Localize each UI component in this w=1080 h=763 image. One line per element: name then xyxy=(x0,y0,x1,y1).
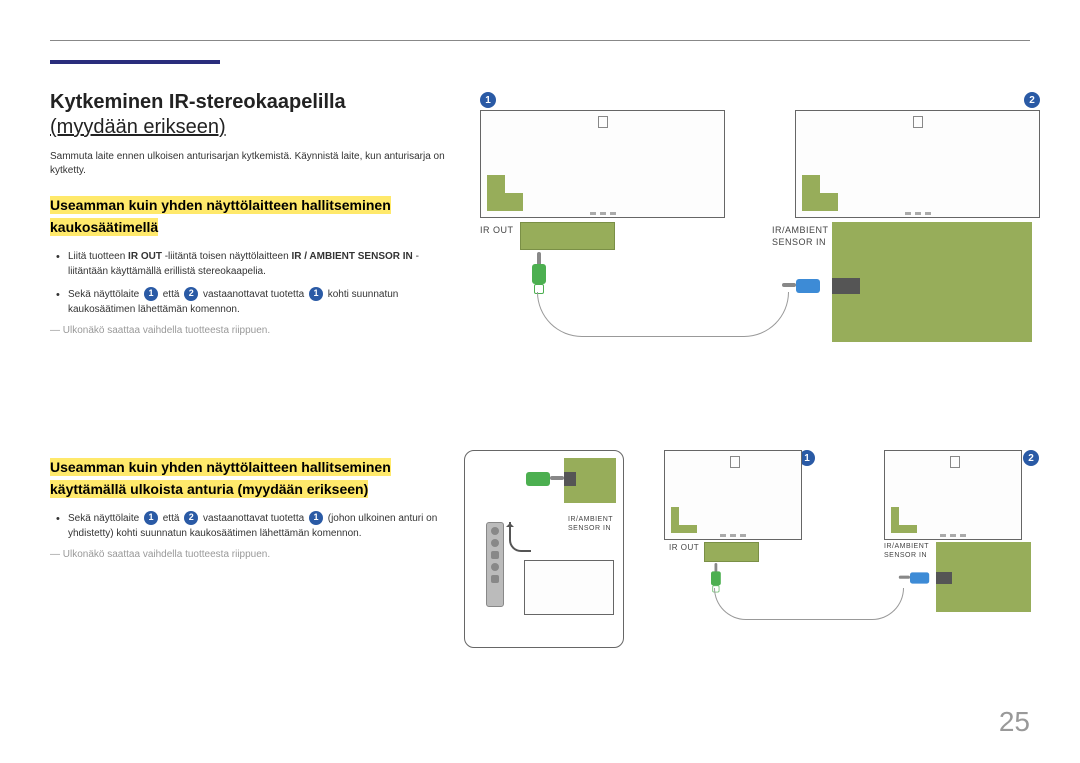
label-sensor-in: SENSOR IN xyxy=(772,237,826,247)
monitor-sm-1 xyxy=(664,450,802,540)
remote-icon xyxy=(486,522,504,607)
jack-icon xyxy=(564,472,576,486)
bullet-1b: Sekä näyttölaite 1 että 2 vastaanottavat… xyxy=(68,287,450,317)
label-ir-out: IR OUT xyxy=(480,225,514,235)
port-sm xyxy=(704,542,759,562)
text-column: Kytkeminen IR-stereokaapelilla (myydään … xyxy=(50,90,450,572)
section-1: Useamman kuin yhden näyttölaitteen halli… xyxy=(50,194,450,336)
badge-2-icon: 2 xyxy=(184,511,198,525)
section1-heading: Useamman kuin yhden näyttölaitteen halli… xyxy=(50,196,391,236)
badge-1-icon: 1 xyxy=(309,511,323,525)
label-ir-ambient: IR/AMBIENT xyxy=(772,225,829,235)
footnote-1: Ulkonäkö saattaa vaihdella tuotteesta ri… xyxy=(50,325,450,336)
title-line1: Kytkeminen IR-stereokaapelilla xyxy=(50,91,346,113)
ports-icon xyxy=(940,534,966,537)
label-ir-out-sm: IR OUT xyxy=(669,543,699,552)
port-ir-out xyxy=(520,222,615,250)
accent-bar xyxy=(50,60,220,64)
shape-icon xyxy=(671,507,697,533)
intro-paragraph: Sammuta laite ennen ulkoisen anturisarja… xyxy=(50,150,450,178)
footnote-2: Ulkonäkö saattaa vaihdella tuotteesta ri… xyxy=(50,549,450,560)
page-title: Kytkeminen IR-stereokaapelilla (myydään … xyxy=(50,90,450,140)
detail-icon xyxy=(598,116,608,128)
section-2: Useamman kuin yhden näyttölaitteen halli… xyxy=(50,456,450,560)
ports-icon xyxy=(590,212,616,215)
horizontal-rule xyxy=(50,40,1030,41)
plug-green-icon xyxy=(711,563,721,591)
plug-green-h-icon xyxy=(526,472,550,486)
badge-2-icon: 2 xyxy=(1024,92,1040,108)
detail-icon xyxy=(913,116,923,128)
port-sensor-in xyxy=(832,222,1032,342)
section1-bullets: Liitä tuotteen IR OUT -liitäntä toisen n… xyxy=(50,249,450,317)
section2-heading: Useamman kuin yhden näyttölaitteen halli… xyxy=(50,458,391,498)
label-ir-ambient-sm2: IR/AMBIENT xyxy=(884,543,929,550)
badge-2-icon: 2 xyxy=(184,287,198,301)
jack-icon xyxy=(936,572,952,584)
monitor-1 xyxy=(480,110,725,218)
cable-icon xyxy=(537,292,789,337)
plug-green-icon xyxy=(532,252,546,292)
monitor-sm-2 xyxy=(884,450,1022,540)
detail-icon xyxy=(730,456,740,468)
plug-blue-icon xyxy=(910,572,929,583)
arrow-icon xyxy=(509,522,531,552)
diagram-lower: IR/AMBIENT SENSOR IN 1 IR OUT 2 IR/AMBIE… xyxy=(464,450,1039,660)
detail-icon xyxy=(950,456,960,468)
badge-1-icon: 1 xyxy=(309,287,323,301)
jack-icon xyxy=(832,278,860,294)
label-ir-ambient-sm: IR/AMBIENT xyxy=(568,516,613,523)
section2-bullets: Sekä näyttölaite 1 että 2 vastaanottavat… xyxy=(50,511,450,541)
shape-icon xyxy=(802,175,838,211)
bullet-2: Sekä näyttölaite 1 että 2 vastaanottavat… xyxy=(68,511,450,541)
sensor-box xyxy=(524,560,614,615)
label-sensor-in-sm: SENSOR IN xyxy=(568,525,611,532)
plug-blue-icon xyxy=(796,279,820,293)
monitor-2 xyxy=(795,110,1040,218)
diagram-upper: 1 2 IR OUT IR/AMBIENT SENSOR IN xyxy=(480,92,1040,347)
badge-1-icon: 1 xyxy=(480,92,496,108)
bullet-1a: Liitä tuotteen IR OUT -liitäntä toisen n… xyxy=(68,249,450,279)
shape-icon xyxy=(487,175,523,211)
ports-icon xyxy=(720,534,746,537)
label-sensor-in-sm2: SENSOR IN xyxy=(884,552,927,559)
shape-icon xyxy=(891,507,917,533)
badge-2-icon: 2 xyxy=(1023,450,1039,466)
cable-icon xyxy=(714,588,904,620)
ports-icon xyxy=(905,212,931,215)
title-line2: (myydään erikseen) xyxy=(50,116,226,138)
badge-1-icon: 1 xyxy=(144,287,158,301)
badge-1-icon: 1 xyxy=(144,511,158,525)
page-number: 25 xyxy=(999,706,1030,738)
